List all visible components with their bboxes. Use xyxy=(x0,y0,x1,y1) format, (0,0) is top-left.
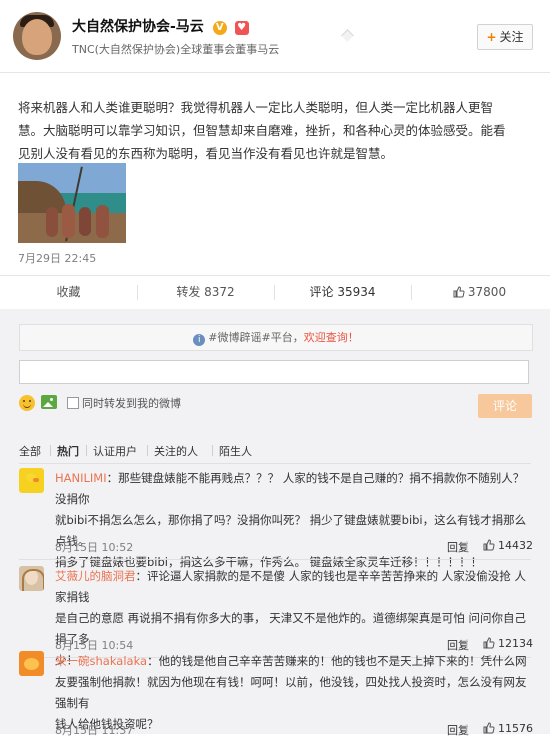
comment-label: 评论 35934 xyxy=(309,285,376,299)
post-text: 将来机器人和人类谁更聪明？我觉得机器人一定比人类聪明，但人类一定比机器人更智 慧… xyxy=(18,96,532,165)
comment-button[interactable]: 评论 35934 xyxy=(274,276,411,309)
post-line-1: 将来机器人和人类谁更聪明？我觉得机器人一定比人类聪明，但人类一定比机器人更智 xyxy=(18,100,494,115)
image-fish xyxy=(79,207,91,236)
author-name-row: 大自然保护协会-马云 V ♥ xyxy=(72,16,249,36)
post-image[interactable] xyxy=(18,163,126,243)
comment-divider xyxy=(19,559,531,560)
filter-strangers[interactable]: 陌生人 xyxy=(212,443,252,459)
comment-like-button[interactable]: 12134 xyxy=(483,637,533,650)
image-fish xyxy=(46,207,58,237)
notice-text: #微博辟谣#平台， xyxy=(208,331,304,344)
comment-like-button[interactable]: 14432 xyxy=(483,539,533,552)
comment-line: ：他的钱是他自己辛辛苦苦赚来的！他的钱也不是天上掉下来的！凭什么网 xyxy=(147,654,527,668)
image-upload-icon[interactable] xyxy=(41,395,57,409)
image-fish xyxy=(62,204,75,238)
thumbs-up-icon xyxy=(483,722,495,734)
commenter-name[interactable]: 艾薇儿的脑洞君 xyxy=(55,569,136,583)
plus-icon: + xyxy=(486,30,497,44)
commenter-avatar[interactable] xyxy=(19,468,44,493)
thumbs-up-icon xyxy=(483,539,495,551)
photo-mountain xyxy=(43,402,53,407)
author-description: TNC(大自然保护协会)全球董事会董事马云 xyxy=(72,43,280,56)
verified-icon: V xyxy=(212,21,227,35)
repost-button[interactable]: 转发 8372 xyxy=(137,276,274,309)
weibo-post-page: 大自然保护协会-马云 V ♥ TNC(大自然保护协会)全球董事会董事马云 + 关注… xyxy=(0,0,550,737)
emoji-eye xyxy=(23,400,25,402)
separator: | xyxy=(465,722,469,735)
comment-time: 8月15日 10:52 xyxy=(55,541,134,554)
image-fish xyxy=(96,205,109,238)
filter-all[interactable]: 全部 xyxy=(19,443,41,459)
filter-hot[interactable]: 热门 xyxy=(50,443,79,459)
comment-time: 8月15日 11:37 xyxy=(55,724,134,737)
repost-checkbox-label[interactable]: 同时转发到我的微博 xyxy=(82,395,181,411)
separator: | xyxy=(465,637,469,650)
comment-line: 友要强制他捐款！就因为他现在有钱！呵呵！以前，他没钱，四处找人投资时，怎么没有网… xyxy=(55,675,527,710)
submit-comment-button[interactable]: 评论 xyxy=(478,394,532,418)
notice-link[interactable]: 欢迎查询！ xyxy=(304,331,359,344)
member-icon: ♥ xyxy=(234,21,249,35)
separator: | xyxy=(465,539,469,552)
commenter-name[interactable]: 来一碗shakalaka xyxy=(55,654,147,668)
thumbs-up-icon xyxy=(453,286,465,298)
commenter-avatar[interactable] xyxy=(19,651,44,676)
post-timestamp[interactable]: 7月29日 22:45 xyxy=(18,250,96,266)
info-icon: i xyxy=(193,334,206,346)
collect-label: 收藏 xyxy=(56,285,81,299)
author-avatar[interactable] xyxy=(13,12,61,60)
repost-checkbox[interactable] xyxy=(67,397,79,409)
rumor-notice[interactable]: i #微博辟谣#平台，欢迎查询！ xyxy=(19,324,533,351)
like-count: 37800 xyxy=(467,285,507,299)
commenter-name[interactable]: HANILIMI xyxy=(55,471,107,485)
repost-label: 转发 8372 xyxy=(176,285,235,299)
commenter-avatar[interactable] xyxy=(19,566,44,591)
comment-like-count: 14432 xyxy=(498,539,533,552)
author-name[interactable]: 大自然保护协会-马云 xyxy=(72,19,204,35)
comment-line: ：那些键盘婊能不能再贱点？？？ 人家的钱不是自己赚的？捐不捐款你不随别人？没捐你 xyxy=(55,471,525,506)
filter-verified[interactable]: 认证用户 xyxy=(86,443,137,459)
like-button[interactable]: 37800 xyxy=(411,276,548,309)
emoji-eye xyxy=(29,400,31,402)
post-line-3: 见别人没有看见的东西称为聪明，看见当作没有看见也许就是智慧。 xyxy=(18,146,394,161)
post-header: 大自然保护协会-马云 V ♥ TNC(大自然保护协会)全球董事会董事马云 + 关注 xyxy=(0,0,550,73)
comment-like-count: 11576 xyxy=(498,722,533,735)
filter-following[interactable]: 关注的人 xyxy=(147,443,198,459)
follow-label: 关注 xyxy=(499,30,524,44)
comment-panel: i #微博辟谣#平台，欢迎查询！ 同时转发到我的微博 评论 全部 热门 认证用户 … xyxy=(0,309,550,737)
follow-button[interactable]: + 关注 xyxy=(477,24,533,50)
emoji-icon[interactable] xyxy=(19,395,35,411)
avatar-face xyxy=(22,19,52,55)
comment-filter-tabs: 全部 热门 认证用户 关注的人 陌生人 xyxy=(19,443,531,459)
thumbs-up-icon xyxy=(483,637,495,649)
photo-sun xyxy=(50,398,53,401)
filter-divider xyxy=(19,463,531,464)
comment-like-button[interactable]: 11576 xyxy=(483,722,533,735)
collect-button[interactable]: 收藏 xyxy=(0,276,137,309)
comment-text: HANILIMI：那些键盘婊能不能再贱点？？？ 人家的钱不是自己赚的？捐不捐款你… xyxy=(55,468,533,573)
post-line-2: 慧。大脑聪明可以靠学习知识，但智慧却来自磨难，挫折，和各种心灵的体验感受。能看 xyxy=(18,123,506,138)
emoji-mouth xyxy=(23,403,31,408)
comment-input[interactable] xyxy=(19,360,529,384)
comment-like-count: 12134 xyxy=(498,637,533,650)
post-action-bar: 收藏 转发 8372 评论 35934 37800 xyxy=(0,275,550,310)
